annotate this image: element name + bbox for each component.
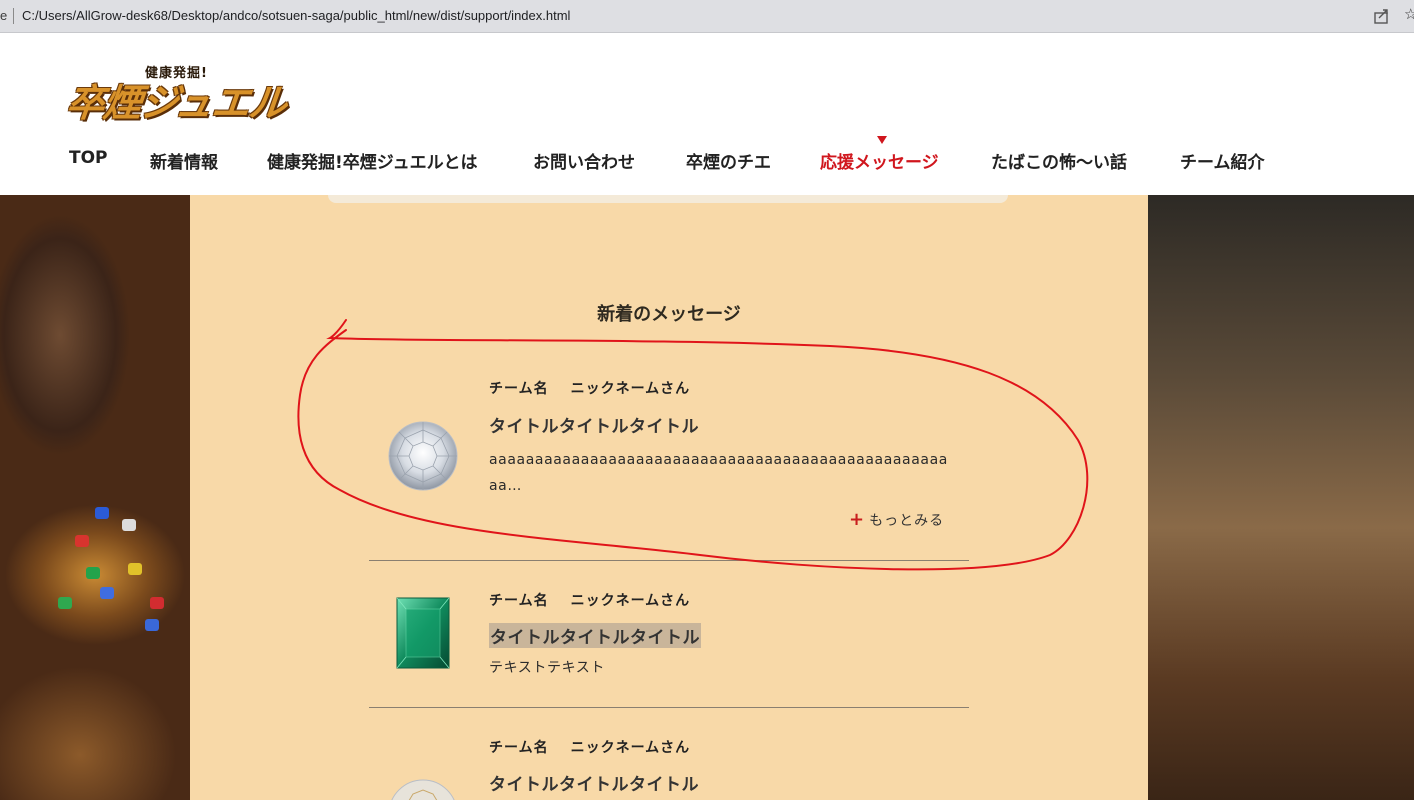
global-nav: TOP 新着情報 健康発掘!卒煙ジュエルとは お問い合わせ 卒煙のチエ 応援メッ…	[0, 140, 1414, 180]
gem-decoration	[145, 619, 159, 631]
url-text[interactable]: C:/Users/AllGrow-desk68/Desktop/andco/so…	[22, 8, 570, 23]
message-body: テキストテキスト	[489, 660, 605, 676]
gem-decoration	[100, 587, 114, 599]
nav-item-contact[interactable]: お問い合わせ	[533, 148, 635, 173]
logo-title: 卒煙ジュエル	[64, 80, 289, 125]
gem-decoration	[95, 507, 109, 519]
nav-item-about[interactable]: 健康発掘!卒煙ジュエルとは	[267, 148, 478, 173]
nav-item-support-messages[interactable]: 応援メッセージ	[820, 148, 939, 173]
message-panel: 新着のメッセージ チーム名 ニックネームさん タイトルタイトルタイトル aaaaa…	[190, 195, 1148, 800]
message-author: チーム名 ニックネームさん	[489, 737, 690, 757]
message-author: チーム名 ニックネームさん	[489, 590, 690, 610]
nav-item-news[interactable]: 新着情報	[150, 148, 218, 173]
message-title: タイトルタイトルタイトル	[489, 775, 699, 795]
read-more-link[interactable]: + もっとみる	[849, 509, 944, 530]
nav-item-top[interactable]: TOP	[69, 148, 108, 168]
diamond-icon	[388, 421, 458, 491]
site-logo[interactable]: 健康発掘! 卒煙ジュエル	[64, 58, 297, 125]
message-item[interactable]: チーム名 ニックネームさん タイトルタイトルタイトル	[369, 734, 969, 800]
read-more-label: もっとみる	[869, 513, 945, 529]
address-bar-lead: e	[0, 8, 8, 23]
bookmark-star-icon[interactable]: ☆	[1404, 5, 1414, 23]
address-bar-divider	[13, 8, 14, 24]
nickname: ニックネームさん	[570, 593, 691, 609]
message-divider	[369, 560, 969, 561]
emerald-icon	[396, 597, 450, 669]
team-name: チーム名	[489, 381, 549, 397]
treasure-gold-image	[1145, 195, 1414, 800]
gem-decoration	[150, 597, 164, 609]
message-item[interactable]: チーム名 ニックネームさん タイトルタイトルタイトル テキストテキスト	[369, 587, 969, 687]
address-bar[interactable]: e C:/Users/AllGrow-desk68/Desktop/andco/…	[0, 0, 1414, 33]
gem-decoration	[86, 567, 100, 579]
message-author: チーム名 ニックネームさん	[489, 378, 690, 398]
share-icon[interactable]	[1372, 6, 1392, 26]
gem-decoration	[58, 597, 72, 609]
team-name: チーム名	[489, 740, 549, 756]
nickname: ニックネームさん	[570, 740, 691, 756]
plus-icon: +	[849, 509, 866, 530]
gem-decoration	[75, 535, 89, 547]
message-item[interactable]: チーム名 ニックネームさん タイトルタイトルタイトル aaaaaaaaaaaaaa…	[369, 375, 969, 545]
diamond-icon	[391, 779, 455, 800]
gem-decoration	[122, 519, 136, 531]
message-title: タイトルタイトルタイトル	[489, 623, 701, 648]
panel-top-tab	[328, 195, 1008, 203]
team-name: チーム名	[489, 593, 549, 609]
message-divider	[369, 707, 969, 708]
active-indicator-icon	[877, 136, 887, 144]
content-area: 新着のメッセージ チーム名 ニックネームさん タイトルタイトルタイトル aaaaa…	[0, 195, 1414, 800]
nav-item-teams[interactable]: チーム紹介	[1180, 148, 1265, 173]
nav-item-scary-stories[interactable]: たばこの怖〜い話	[991, 148, 1127, 173]
nickname: ニックネームさん	[570, 381, 691, 397]
nav-item-tips[interactable]: 卒煙のチエ	[686, 148, 771, 173]
treasure-chest-image	[0, 195, 195, 800]
message-body: aaaaaaaaaaaaaaaaaaaaaaaaaaaaaaaaaaaaaaaa…	[489, 452, 948, 494]
message-title: タイトルタイトルタイトル	[489, 417, 699, 437]
gem-decoration	[128, 563, 142, 575]
section-title: 新着のメッセージ	[597, 304, 741, 325]
